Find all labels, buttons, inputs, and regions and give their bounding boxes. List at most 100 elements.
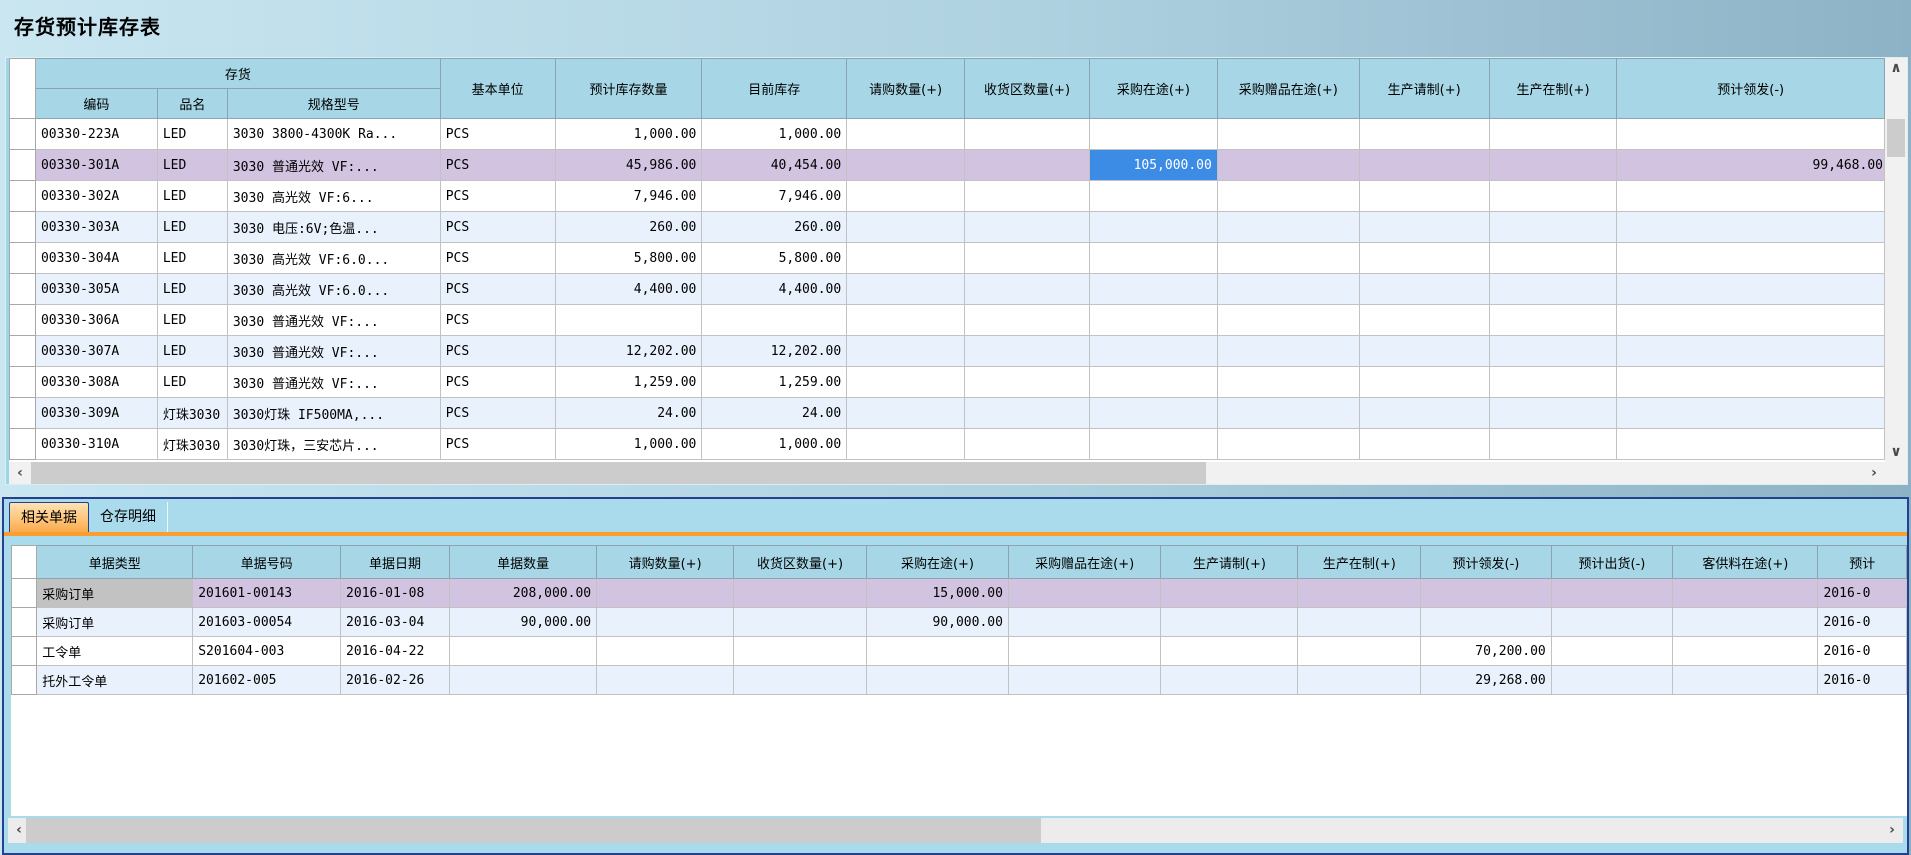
col-header[interactable]: 采购赠品在途(+) [1008, 546, 1161, 579]
cell[interactable] [1161, 608, 1298, 637]
cell[interactable]: 5,800.00 [702, 243, 847, 274]
table-row[interactable]: 00330-310A灯珠30303030灯珠，三安芯片...PCS1,000.0… [10, 429, 1885, 460]
cell[interactable]: 00330-307A [35, 336, 157, 367]
cell[interactable] [965, 274, 1090, 305]
cell[interactable] [555, 305, 702, 336]
cell[interactable] [1551, 666, 1672, 695]
cell[interactable]: PCS [440, 150, 555, 181]
cell[interactable] [1551, 608, 1672, 637]
cell[interactable]: PCS [440, 367, 555, 398]
cell[interactable]: 工令单 [37, 637, 193, 666]
cell[interactable] [1359, 119, 1489, 150]
table-row[interactable]: 00330-308ALED3030 普通光效 VF:...PCS1,259.00… [10, 367, 1885, 398]
cell[interactable] [1489, 119, 1617, 150]
cell[interactable] [965, 181, 1090, 212]
cell[interactable] [1217, 119, 1359, 150]
row-header[interactable] [10, 336, 36, 367]
cell[interactable] [1217, 305, 1359, 336]
cell[interactable] [1359, 398, 1489, 429]
col-header[interactable]: 单据类型 [37, 546, 193, 579]
cell[interactable] [965, 212, 1090, 243]
table-row[interactable]: 00330-223ALED3030 3800-4300K Ra...PCS1,0… [10, 119, 1885, 150]
cell[interactable] [734, 666, 867, 695]
cell[interactable]: 采购订单 [37, 608, 193, 637]
cell[interactable] [1617, 119, 1885, 150]
cell[interactable] [734, 579, 867, 608]
cell[interactable] [1359, 212, 1489, 243]
scroll-down-icon[interactable]: ∨ [1885, 442, 1907, 462]
cell[interactable]: 00330-223A [35, 119, 157, 150]
cell[interactable]: 7,946.00 [555, 181, 702, 212]
cell[interactable]: 采购订单 [37, 579, 193, 608]
cell[interactable] [965, 305, 1090, 336]
cell[interactable]: 12,202.00 [555, 336, 702, 367]
cell[interactable] [1673, 579, 1818, 608]
table-row[interactable]: 00330-302ALED3030 高光效 VF:6...PCS7,946.00… [10, 181, 1885, 212]
cell[interactable]: 1,000.00 [555, 429, 702, 460]
cell[interactable] [1617, 429, 1885, 460]
cell[interactable] [1359, 243, 1489, 274]
table-row[interactable]: 托外工令单201602-0052016-02-2629,268.002016-0 [12, 666, 1907, 695]
cell[interactable]: 00330-308A [35, 367, 157, 398]
cell[interactable] [965, 336, 1090, 367]
col-header[interactable]: 单据数量 [450, 546, 597, 579]
cell[interactable]: 70,200.00 [1421, 637, 1552, 666]
cell[interactable]: PCS [440, 212, 555, 243]
tab-related-documents[interactable]: 相关单据 [9, 502, 89, 532]
cell[interactable] [1008, 579, 1161, 608]
cell[interactable] [1617, 212, 1885, 243]
cell[interactable]: 1,000.00 [702, 429, 847, 460]
col-header[interactable]: 生产请制(+) [1161, 546, 1298, 579]
cell[interactable] [965, 429, 1090, 460]
cell[interactable] [1617, 398, 1885, 429]
row-header[interactable] [12, 666, 37, 695]
table-row[interactable]: 00330-301ALED3030 普通光效 VF:...PCS45,986.0… [10, 150, 1885, 181]
col-header[interactable]: 编码 [35, 89, 157, 119]
cell[interactable]: PCS [440, 429, 555, 460]
cell[interactable] [1089, 429, 1217, 460]
horizontal-scrollbar-thumb[interactable] [31, 462, 1206, 484]
cell[interactable]: 00330-302A [35, 181, 157, 212]
cell[interactable] [1489, 243, 1617, 274]
table-row[interactable]: 00330-306ALED3030 普通光效 VF:...PCS [10, 305, 1885, 336]
cell[interactable]: 2016-01-08 [341, 579, 450, 608]
col-header[interactable]: 目前库存 [702, 59, 847, 119]
cell[interactable] [450, 637, 597, 666]
cell[interactable] [847, 429, 965, 460]
col-header[interactable]: 预计领发(-) [1421, 546, 1552, 579]
cell[interactable] [965, 367, 1090, 398]
cell[interactable] [847, 367, 965, 398]
cell[interactable] [965, 243, 1090, 274]
row-header[interactable] [10, 150, 36, 181]
tab-warehouse-detail[interactable]: 仓存明细 [89, 502, 168, 532]
col-header[interactable]: 请购数量(+) [597, 546, 734, 579]
cell[interactable] [734, 608, 867, 637]
horizontal-scrollbar-thumb[interactable] [26, 818, 1041, 843]
col-header[interactable]: 预计库存数量 [555, 59, 702, 119]
cell[interactable]: PCS [440, 119, 555, 150]
row-header[interactable] [10, 212, 36, 243]
cell[interactable]: 00330-304A [35, 243, 157, 274]
cell[interactable]: 3030 普通光效 VF:... [227, 367, 440, 398]
cell[interactable]: 4,400.00 [702, 274, 847, 305]
cell[interactable] [965, 150, 1090, 181]
cell[interactable] [1359, 429, 1489, 460]
cell[interactable] [1217, 336, 1359, 367]
cell[interactable] [965, 398, 1090, 429]
cell[interactable] [1217, 212, 1359, 243]
cell[interactable] [1359, 336, 1489, 367]
col-header[interactable]: 品名 [157, 89, 227, 119]
row-header[interactable] [10, 243, 36, 274]
cell[interactable] [847, 243, 965, 274]
cell[interactable]: 208,000.00 [450, 579, 597, 608]
row-header[interactable] [10, 274, 36, 305]
table-row[interactable]: 00330-305ALED3030 高光效 VF:6.0...PCS4,400.… [10, 274, 1885, 305]
scroll-up-icon[interactable]: ∧ [1885, 58, 1907, 78]
cell[interactable]: 24.00 [702, 398, 847, 429]
cell[interactable] [702, 305, 847, 336]
scroll-right-icon[interactable]: › [1863, 462, 1885, 484]
cell[interactable]: 105,000.00 [1089, 150, 1217, 181]
cell[interactable]: 260.00 [555, 212, 702, 243]
col-header[interactable]: 客供料在途(+) [1673, 546, 1818, 579]
cell[interactable] [1089, 367, 1217, 398]
